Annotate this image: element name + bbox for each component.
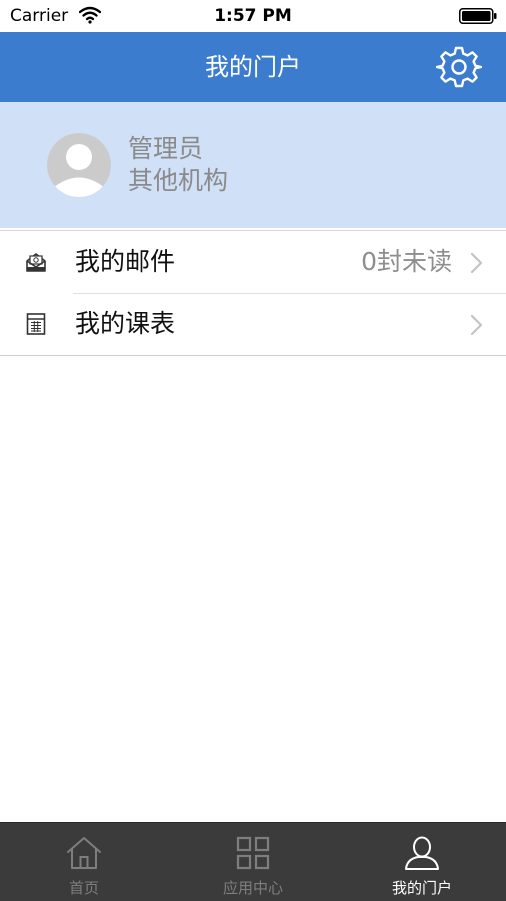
list-item-label: 我的邮件: [75, 247, 176, 276]
avatar: [47, 133, 111, 197]
tab-label: 应用中心: [222, 879, 283, 897]
tab-label: 我的门户: [391, 879, 452, 897]
unread-count: 0封未读: [361, 247, 452, 276]
mail-icon: [26, 253, 46, 272]
chevron-right-icon: [470, 252, 483, 274]
page-title: 我的门户: [205, 53, 301, 81]
user-icon: [405, 836, 439, 870]
tab-my-portal[interactable]: 我的门户: [338, 823, 506, 901]
home-icon: [67, 837, 101, 869]
tab-bar: 首页 应用中心 我的门户: [0, 822, 506, 901]
grid-icon: [236, 836, 270, 870]
list-item-label: 我的课表: [75, 309, 176, 338]
battery-icon: [459, 8, 497, 24]
portal-menu-list: 我的邮件 0封未读 我的课表: [0, 230, 506, 356]
status-bar: Carrier 1:57 PM: [0, 0, 506, 32]
gear-icon: [435, 46, 483, 88]
avatar-placeholder-icon: [47, 133, 111, 197]
tab-app-center[interactable]: 应用中心: [169, 823, 337, 901]
tab-label: 首页: [68, 879, 99, 897]
user-name: 管理员: [128, 134, 204, 163]
tab-home[interactable]: 首页: [0, 823, 168, 901]
schedule-icon: [26, 313, 46, 335]
status-time: 1:57 PM: [214, 6, 292, 26]
chevron-right-icon: [470, 314, 483, 336]
nav-bar: 我的门户: [0, 32, 506, 102]
settings-button[interactable]: [435, 44, 483, 90]
profile-header: 管理员 其他机构: [0, 102, 506, 228]
list-item-my-mail[interactable]: 我的邮件 0封未读: [0, 231, 506, 294]
user-organization: 其他机构: [128, 166, 229, 195]
list-item-my-schedule[interactable]: 我的课表: [0, 293, 506, 355]
